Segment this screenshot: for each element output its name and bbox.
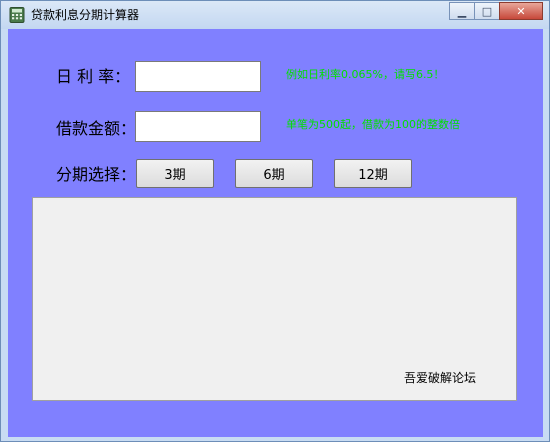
period-6-button[interactable]: 6期 [235,159,313,188]
maximize-button[interactable]: □ [474,2,500,20]
amount-hint: 单笔为500起，借款为100的整数倍 [286,118,460,131]
daily-rate-hint: 例如日利率0.065%，请写6.5！ [286,68,445,81]
calculator-icon [9,7,25,23]
period-label: 分期选择： [56,165,137,184]
minimize-icon: ▁ [457,4,467,18]
daily-rate-label: 日 利 率： [56,67,131,86]
window-title: 贷款利息分期计算器 [31,8,140,22]
daily-rate-input[interactable] [135,61,261,92]
output-text: 吾爱破解论坛 [403,371,476,385]
minimize-button[interactable]: ▁ [449,2,475,20]
app-window: 贷款利息分期计算器 ▁ □ ✕ 日 利 率： 例如日利率0.065%，请写6.5… [0,0,550,442]
result-output[interactable]: 吾爱破解论坛 [32,197,517,401]
client-area: 日 利 率： 例如日利率0.065%，请写6.5！ 借款金额： 单笔为500起，… [8,29,543,437]
amount-label: 借款金额： [56,119,137,138]
maximize-icon: □ [481,4,493,18]
close-icon: ✕ [516,4,526,18]
period-3-button[interactable]: 3期 [136,159,214,188]
title-bar[interactable]: 贷款利息分期计算器 ▁ □ ✕ [1,1,549,29]
window-controls: ▁ □ ✕ [449,2,543,20]
amount-input[interactable] [135,111,261,142]
period-12-button[interactable]: 12期 [334,159,412,188]
close-button[interactable]: ✕ [499,2,543,20]
